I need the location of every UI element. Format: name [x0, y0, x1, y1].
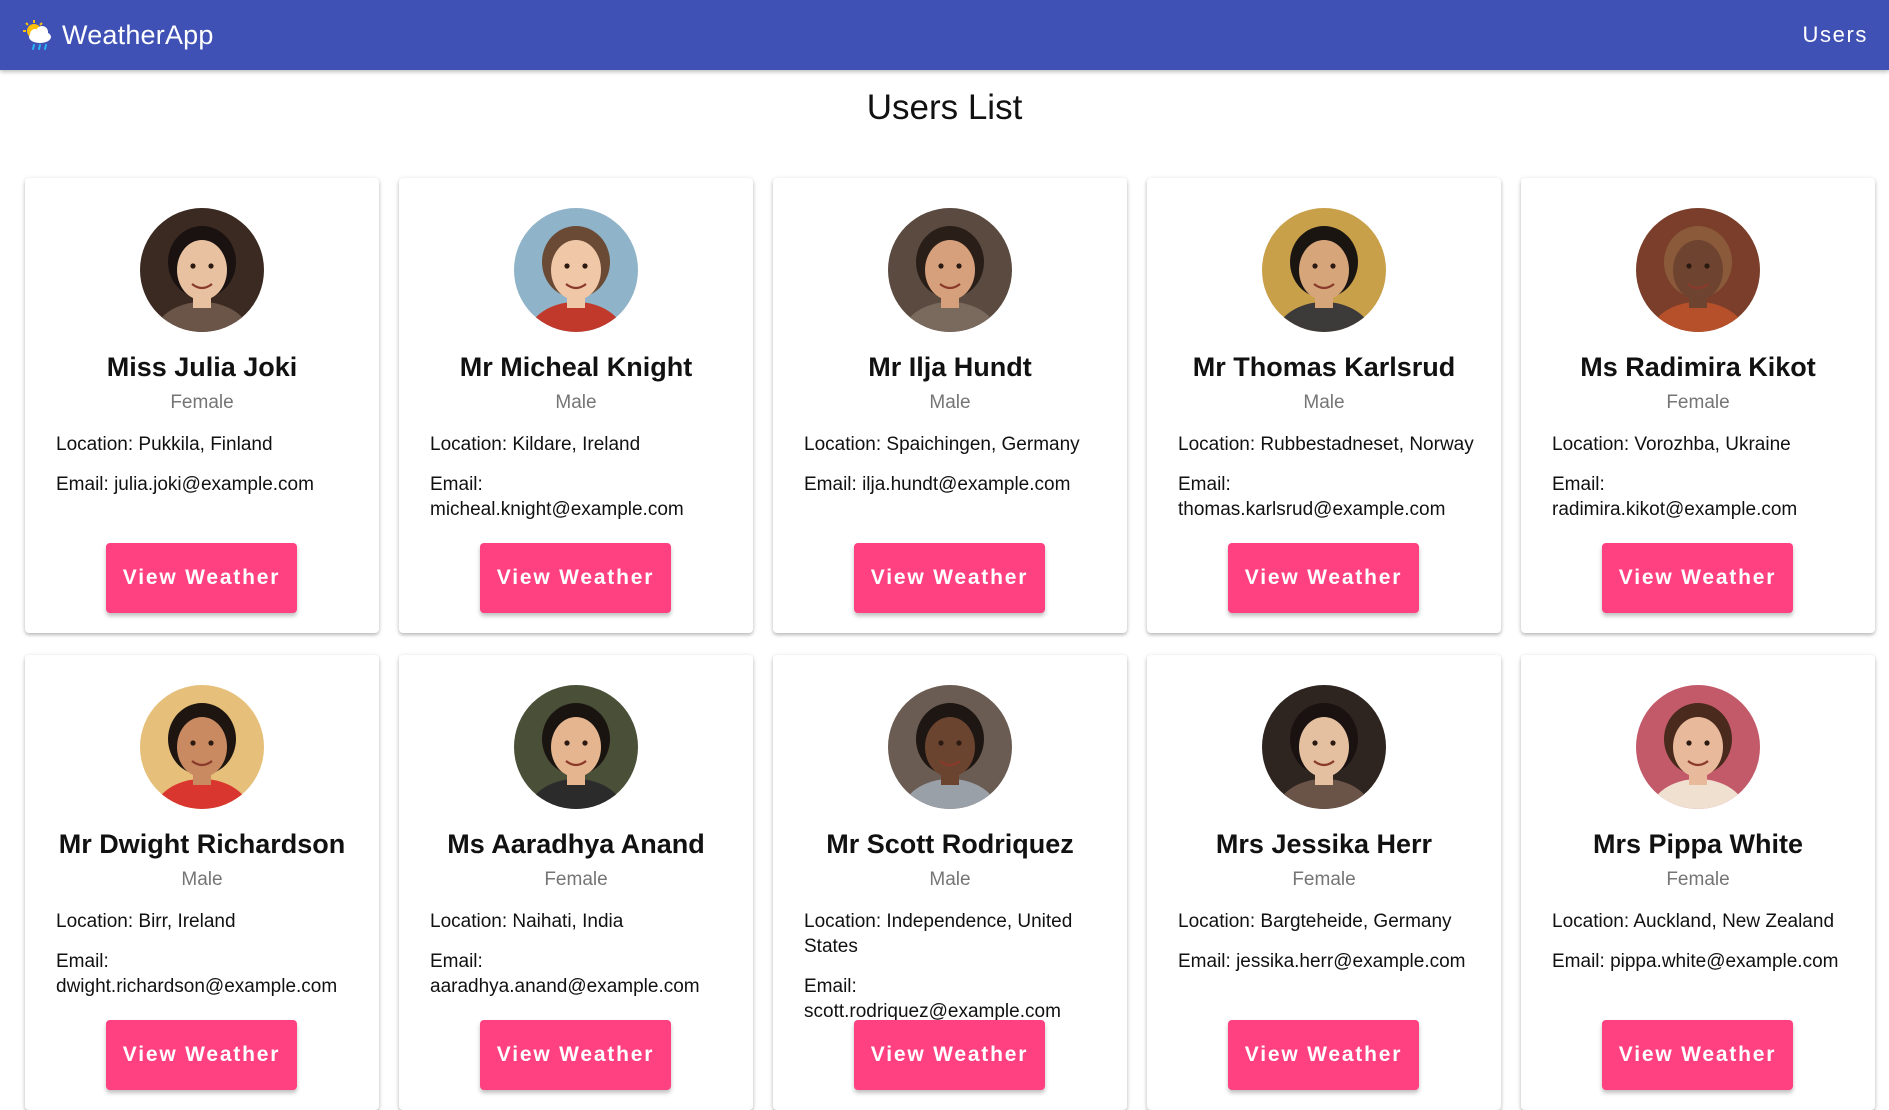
app-title: WeatherApp — [62, 19, 214, 50]
user-avatar — [1636, 685, 1760, 809]
user-card: Mr Scott Rodriquez Male Location: Indepe… — [773, 655, 1127, 1110]
user-info: Location: Auckland, New Zealand Email: p… — [1552, 909, 1853, 989]
user-email: Email: ilja.hundt@example.com — [804, 474, 1071, 495]
user-info: Location: Birr, Ireland Email: dwight.ri… — [56, 909, 357, 1014]
user-name: Miss Julia Joki — [106, 352, 298, 382]
user-card: Mr Dwight Richardson Male Location: Birr… — [25, 655, 379, 1110]
app-brand[interactable]: WeatherApp — [22, 19, 214, 51]
user-card: Mr Micheal Knight Male Location: Kildare… — [399, 178, 753, 633]
view-weather-button[interactable]: View Weather — [480, 543, 671, 613]
user-email: Email: pippa.white@example.com — [1552, 951, 1839, 972]
user-email: Email: thomas.karlsrud@example.com — [1178, 474, 1446, 520]
user-avatar — [1262, 208, 1386, 332]
user-avatar — [514, 685, 638, 809]
user-name: Ms Radimira Kikot — [1580, 352, 1816, 382]
user-card: Miss Julia Joki Female Location: Pukkila… — [25, 178, 379, 633]
user-avatar — [140, 685, 264, 809]
user-location: Location: Independence, United States — [804, 911, 1073, 957]
user-gender: Male — [1303, 392, 1345, 413]
user-name: Mr Scott Rodriquez — [826, 829, 1074, 859]
view-weather-button[interactable]: View Weather — [106, 543, 297, 613]
user-location: Location: Birr, Ireland — [56, 911, 236, 932]
user-avatar — [514, 208, 638, 332]
user-email: Email: aaradhya.anand@example.com — [430, 951, 700, 997]
user-card: Mrs Pippa White Female Location: Aucklan… — [1521, 655, 1875, 1110]
user-location: Location: Kildare, Ireland — [430, 434, 641, 455]
user-location: Location: Auckland, New Zealand — [1552, 911, 1835, 932]
user-email: Email: scott.rodriquez@example.com — [804, 976, 1061, 1022]
user-name: Mr Thomas Karlsrud — [1192, 352, 1456, 382]
user-email: Email: julia.joki@example.com — [56, 474, 314, 495]
user-avatar — [140, 208, 264, 332]
user-info: Location: Bargteheide, Germany Email: je… — [1178, 909, 1479, 989]
user-info: Location: Pukkila, Finland Email: julia.… — [56, 432, 357, 512]
view-weather-button[interactable]: View Weather — [854, 543, 1045, 613]
user-card: Ms Aaradhya Anand Female Location: Naiha… — [399, 655, 753, 1110]
user-gender: Female — [1292, 869, 1356, 890]
user-gender: Male — [929, 869, 971, 890]
user-card: Mrs Jessika Herr Female Location: Bargte… — [1147, 655, 1501, 1110]
user-avatar — [1636, 208, 1760, 332]
user-card: Ms Radimira Kikot Female Location: Voroz… — [1521, 178, 1875, 633]
user-email: Email: dwight.richardson@example.com — [56, 951, 338, 997]
page-title: Users List — [866, 88, 1023, 127]
user-name: Mr Micheal Knight — [459, 352, 693, 382]
user-info: Location: Naihati, India Email: aaradhya… — [430, 909, 731, 1014]
user-gender: Female — [1666, 869, 1730, 890]
user-name: Mrs Pippa White — [1592, 829, 1803, 859]
user-info: Location: Kildare, Ireland Email: michea… — [430, 432, 731, 537]
user-info: Location: Vorozhba, Ukraine Email: radim… — [1552, 432, 1853, 537]
user-email: Email: micheal.knight@example.com — [430, 474, 684, 520]
user-name: Mr Ilja Hundt — [868, 352, 1032, 382]
user-location: Location: Bargteheide, Germany — [1178, 911, 1452, 932]
user-location: Location: Naihati, India — [430, 911, 624, 932]
users-grid: Miss Julia Joki Female Location: Pukkila… — [25, 178, 1875, 1110]
user-card: Mr Ilja Hundt Male Location: Spaichingen… — [773, 178, 1127, 633]
user-info: Location: Spaichingen, Germany Email: il… — [804, 432, 1105, 512]
user-gender: Male — [181, 869, 223, 890]
user-location: Location: Vorozhba, Ukraine — [1552, 434, 1791, 455]
user-info: Location: Rubbestadneset, Norway Email: … — [1178, 432, 1479, 537]
view-weather-button[interactable]: View Weather — [1228, 543, 1419, 613]
nav-users-link[interactable]: Users — [1803, 0, 1868, 70]
user-gender: Female — [544, 869, 608, 890]
user-name: Ms Aaradhya Anand — [447, 829, 705, 859]
user-name: Mrs Jessika Herr — [1215, 829, 1433, 859]
user-gender: Female — [170, 392, 234, 413]
user-name: Mr Dwight Richardson — [58, 829, 346, 859]
user-avatar — [888, 685, 1012, 809]
weather-cloud-sun-rain-icon — [22, 19, 54, 51]
user-email: Email: radimira.kikot@example.com — [1552, 474, 1798, 520]
user-avatar — [1262, 685, 1386, 809]
view-weather-button[interactable]: View Weather — [1602, 543, 1793, 613]
user-location: Location: Pukkila, Finland — [56, 434, 273, 455]
app-toolbar: WeatherApp Users — [0, 0, 1889, 70]
user-gender: Male — [929, 392, 971, 413]
user-avatar — [888, 208, 1012, 332]
user-gender: Male — [555, 392, 597, 413]
user-gender: Female — [1666, 392, 1730, 413]
user-location: Location: Spaichingen, Germany — [804, 434, 1080, 455]
user-location: Location: Rubbestadneset, Norway — [1178, 434, 1474, 455]
user-email: Email: jessika.herr@example.com — [1178, 951, 1466, 972]
user-card: Mr Thomas Karlsrud Male Location: Rubbes… — [1147, 178, 1501, 633]
